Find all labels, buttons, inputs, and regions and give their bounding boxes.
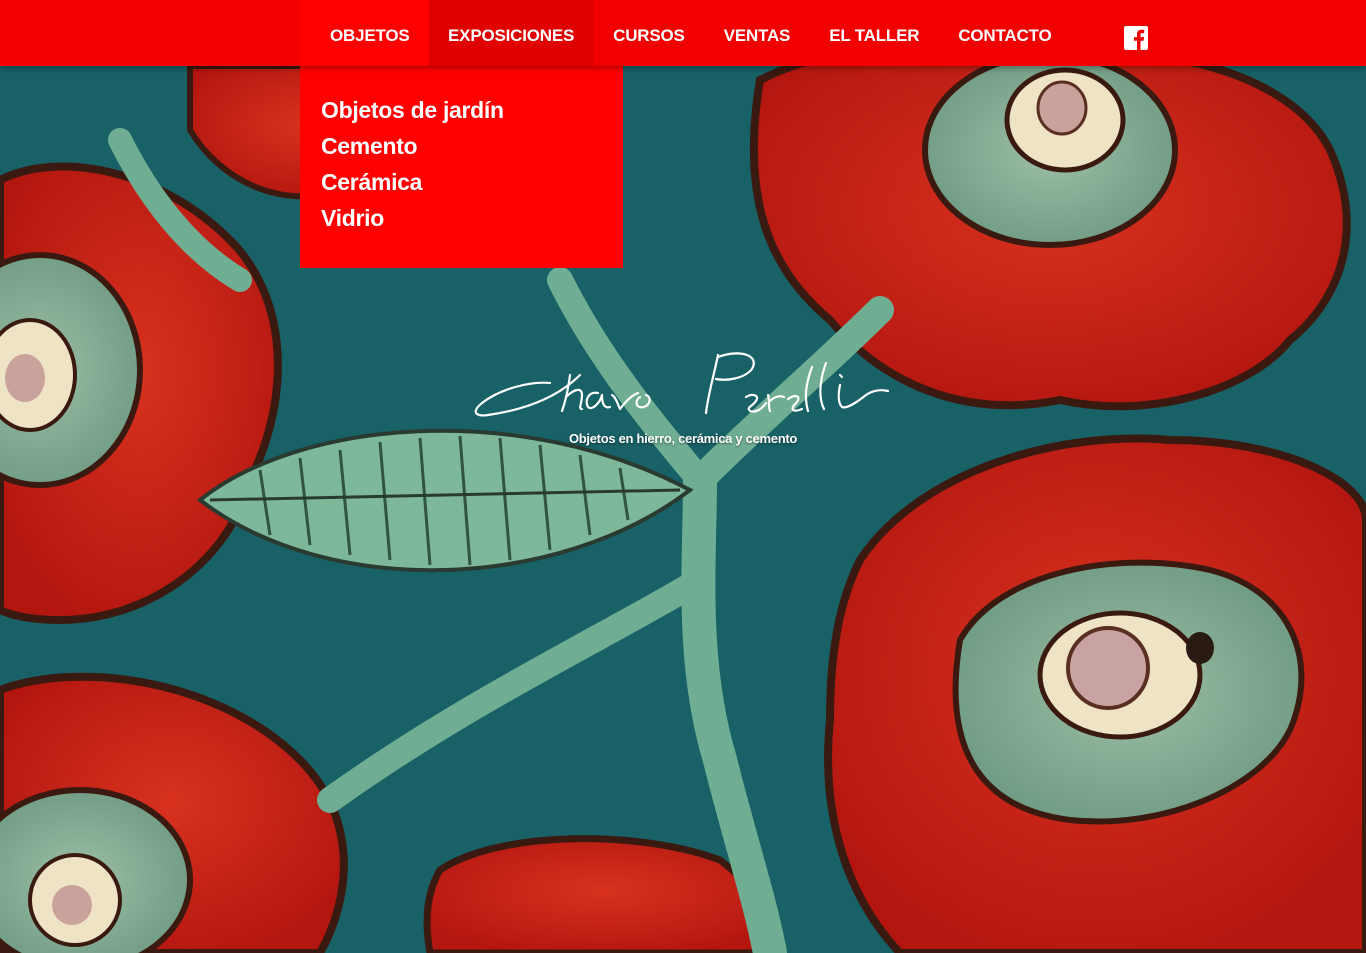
page: OBJETOS EXPOSICIONES CURSOS VENTAS EL TA… (0, 0, 1366, 953)
signature-logo[interactable] (470, 345, 895, 425)
nav-item-ventas[interactable]: VENTAS (704, 0, 810, 66)
tagline: Objetos en hierro, cerámica y cemento (568, 431, 798, 446)
top-navbar: OBJETOS EXPOSICIONES CURSOS VENTAS EL TA… (0, 0, 1366, 66)
objetos-dropdown: Objetos de jardín Cemento Cerámica Vidri… (300, 66, 623, 268)
nav-item-el-taller[interactable]: EL TALLER (810, 0, 939, 66)
facebook-icon[interactable] (1124, 26, 1148, 50)
dropdown-list: Objetos de jardín Cemento Cerámica Vidri… (300, 66, 623, 238)
dropdown-item-ceramica[interactable]: Cerámica (321, 166, 623, 202)
nav-item-exposiciones[interactable]: EXPOSICIONES (428, 0, 594, 66)
dropdown-item-cemento[interactable]: Cemento (321, 130, 623, 166)
background-artwork (0, 0, 1366, 953)
nav-item-contacto[interactable]: CONTACTO (939, 0, 1071, 66)
dropdown-item-objetos-de-jardin[interactable]: Objetos de jardín (321, 94, 623, 130)
nav-item-cursos[interactable]: CURSOS (594, 0, 705, 66)
main-menu: OBJETOS EXPOSICIONES CURSOS VENTAS EL TA… (300, 0, 1071, 66)
dropdown-item-vidrio[interactable]: Vidrio (321, 202, 623, 238)
nav-item-objetos[interactable]: OBJETOS (300, 0, 429, 66)
